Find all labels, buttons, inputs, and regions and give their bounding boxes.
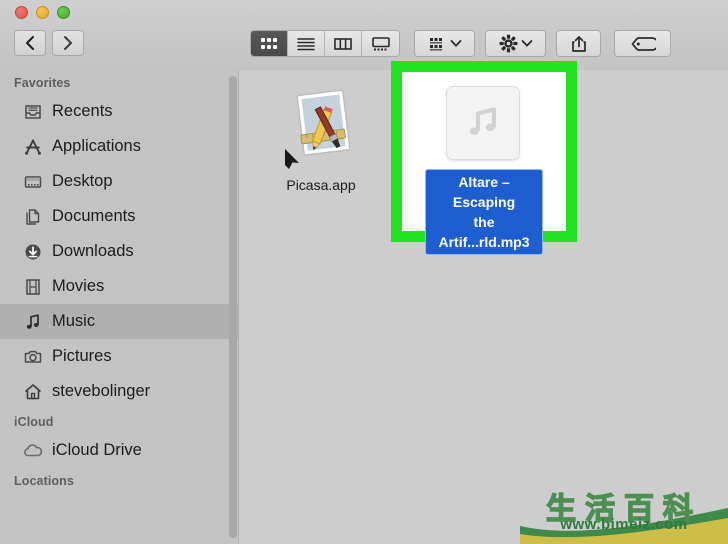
music-note-icon: [469, 107, 497, 135]
application-icon: [285, 89, 351, 169]
alias-arrow-icon: [285, 149, 299, 169]
navigation-buttons: [14, 30, 84, 56]
home-icon: [22, 381, 44, 403]
arrange-button[interactable]: [414, 30, 475, 57]
titlebar: [0, 0, 728, 71]
sidebar-scrollbar[interactable]: [229, 76, 237, 538]
sidebar-item-recents[interactable]: Recents: [0, 94, 238, 129]
sidebar-item-home[interactable]: stevebolinger: [0, 374, 238, 409]
sidebar-item-pictures[interactable]: Pictures: [0, 339, 238, 374]
file-name-label: Picasa.app: [286, 177, 356, 193]
file-thumbnail: [425, 77, 541, 169]
sidebar-item-label: Recents: [52, 102, 113, 120]
audio-file-card: [446, 86, 520, 160]
gallery-icon: [371, 36, 390, 50]
downloads-icon: [22, 241, 44, 263]
watermark-url: www.bimeiz.com: [560, 516, 688, 533]
file-name-label-selected: Altare – Escaping the Artif...rld.mp3: [425, 169, 543, 255]
tag-icon: [631, 36, 656, 51]
back-button[interactable]: [14, 30, 46, 56]
share-button[interactable]: [556, 30, 601, 57]
tags-button[interactable]: [614, 30, 671, 57]
file-name-line-1: Altare – Escaping: [452, 174, 516, 210]
share-icon: [571, 35, 586, 52]
chevron-down-icon: [450, 40, 462, 47]
column-view-button[interactable]: [325, 31, 362, 56]
sidebar-section-icloud: iCloud: [14, 415, 54, 429]
chevron-right-icon: [64, 36, 72, 50]
sidebar-item-label: Documents: [52, 207, 136, 225]
sidebar-section-favorites: Favorites: [14, 76, 71, 90]
green-highlight-annotation: Altare – Escaping the Artif...rld.mp3: [391, 61, 577, 255]
documents-icon: [22, 206, 44, 228]
sidebar-item-label: Applications: [52, 137, 141, 155]
gear-icon: [499, 34, 517, 53]
file-item-picasa[interactable]: Picasa.app: [263, 84, 379, 195]
file-item-mp3[interactable]: Altare – Escaping the Artif...rld.mp3: [425, 77, 543, 255]
cloud-icon: [22, 440, 44, 462]
recents-icon: [22, 101, 44, 123]
file-thumbnail: [263, 84, 379, 176]
sidebar-item-applications[interactable]: Applications: [0, 129, 238, 164]
sidebar-item-label: stevebolinger: [52, 382, 151, 400]
maximize-window-button[interactable]: [57, 6, 70, 19]
forward-button[interactable]: [52, 30, 84, 56]
arrange-grid-icon: [430, 37, 442, 50]
desktop-icon: [22, 171, 44, 193]
grid-icon: [261, 37, 277, 49]
file-name-line-2: the Artif...rld.mp3: [438, 214, 530, 250]
sidebar-item-movies[interactable]: Movies: [0, 269, 238, 304]
movies-icon: [22, 276, 44, 298]
sidebar-item-label: iCloud Drive: [52, 441, 142, 459]
list-icon: [297, 37, 315, 50]
music-note-icon: [22, 311, 44, 333]
sidebar-item-label: Music: [52, 312, 96, 330]
finder-window: Favorites Recents Applications Desktop D…: [0, 0, 728, 544]
applications-icon: [22, 136, 44, 158]
gallery-view-button[interactable]: [362, 31, 399, 56]
sidebar-item-desktop[interactable]: Desktop: [0, 164, 238, 199]
traffic-lights: [15, 6, 70, 19]
sidebar-section-locations: Locations: [14, 474, 74, 488]
minimize-window-button[interactable]: [36, 6, 49, 19]
watermark: 生活百科 www.bimeiz.com: [520, 482, 728, 544]
sidebar[interactable]: Favorites Recents Applications Desktop D…: [0, 70, 238, 544]
sidebar-item-label: Desktop: [52, 172, 113, 190]
chevron-down-icon: [521, 40, 532, 47]
columns-icon: [334, 37, 352, 50]
sidebar-item-label: Pictures: [52, 347, 112, 365]
sidebar-item-downloads[interactable]: Downloads: [0, 234, 238, 269]
icon-view-button[interactable]: [251, 31, 288, 56]
sidebar-item-label: Movies: [52, 277, 105, 295]
sidebar-item-documents[interactable]: Documents: [0, 199, 238, 234]
list-view-button[interactable]: [288, 31, 325, 56]
action-button[interactable]: [485, 30, 546, 57]
camera-icon: [22, 346, 44, 368]
sidebar-item-icloud-drive[interactable]: iCloud Drive: [0, 433, 238, 468]
view-mode-group: [250, 30, 400, 57]
sidebar-item-music[interactable]: Music: [0, 304, 238, 339]
chevron-left-icon: [26, 36, 34, 50]
close-window-button[interactable]: [15, 6, 28, 19]
sidebar-item-label: Downloads: [52, 242, 134, 260]
